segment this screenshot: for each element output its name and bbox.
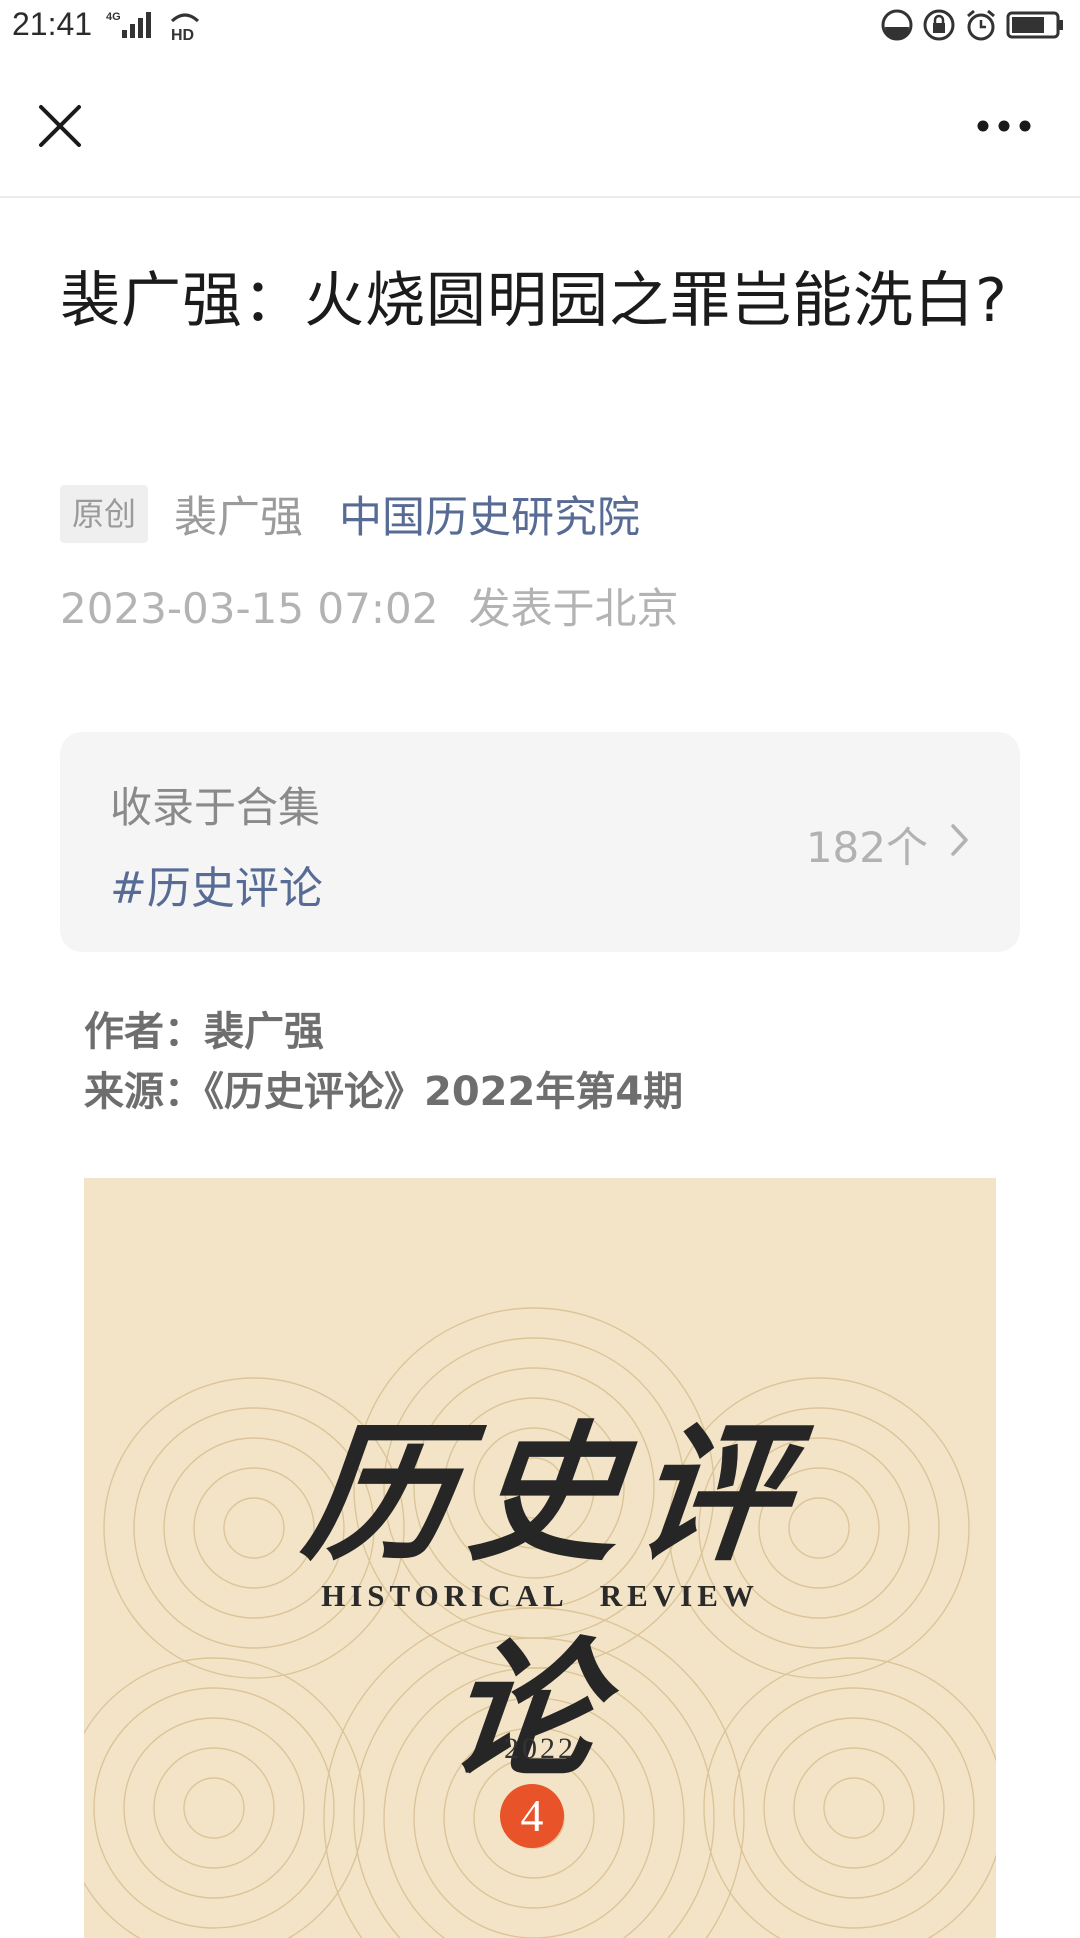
collection-card[interactable]: 收录于合集 #历史评论 182个 xyxy=(60,732,1020,952)
cover-year: 2022 xyxy=(504,1732,576,1765)
lock-rotation-icon xyxy=(923,9,955,41)
article-meta: 原创 裴广强 中国历史研究院 xyxy=(60,484,640,544)
nav-bar xyxy=(0,56,1080,198)
info-source: 来源：《历史评论》2022年第4期 xyxy=(84,1069,684,1115)
data-saver-icon xyxy=(881,9,913,41)
hd-label: HD xyxy=(171,27,194,43)
collection-count: 182个 xyxy=(805,823,928,872)
close-button[interactable] xyxy=(28,94,92,158)
more-icon xyxy=(977,120,1031,132)
collection-tag[interactable]: #历史评论 xyxy=(110,852,323,916)
status-time: 21:41 xyxy=(12,6,93,42)
article-title: 裴广强：火烧圆明园之罪岂能洗白? xyxy=(60,266,1008,336)
network-type-label: 4G xyxy=(106,11,121,23)
info-author: 作者：裴广强 xyxy=(84,1009,324,1055)
publish-date: 2023-03-15 07:02 xyxy=(60,584,439,633)
alarm-icon xyxy=(967,9,995,41)
status-icons xyxy=(880,8,1066,42)
signal-icon: 4G xyxy=(106,8,162,46)
battery-icon xyxy=(1006,11,1063,39)
cover-title-en: HISTORICAL REVIEW xyxy=(321,1578,759,1613)
hd-icon: HD xyxy=(168,9,202,47)
status-bar: 21:41 4G HD xyxy=(0,0,1080,56)
original-badge: 原创 xyxy=(60,485,149,543)
publish-location: 发表于北京 xyxy=(468,584,679,633)
account-link[interactable]: 中国历史研究院 xyxy=(339,483,640,545)
close-icon xyxy=(39,105,81,147)
publish-info: 2023-03-15 07:02 发表于北京 xyxy=(60,575,679,636)
collection-label: 收录于合集 xyxy=(110,783,321,832)
cover-image[interactable]: 历史评论 HISTORICAL REVIEW 2022 4 xyxy=(84,1178,996,1938)
author-name: 裴广强 xyxy=(174,493,304,543)
cover-issue-badge: 4 xyxy=(500,1784,564,1848)
article-info: 作者：裴广强 来源：《历史评论》2022年第4期 xyxy=(84,1002,683,1122)
chevron-right-icon xyxy=(951,824,968,856)
more-button[interactable] xyxy=(964,94,1044,158)
